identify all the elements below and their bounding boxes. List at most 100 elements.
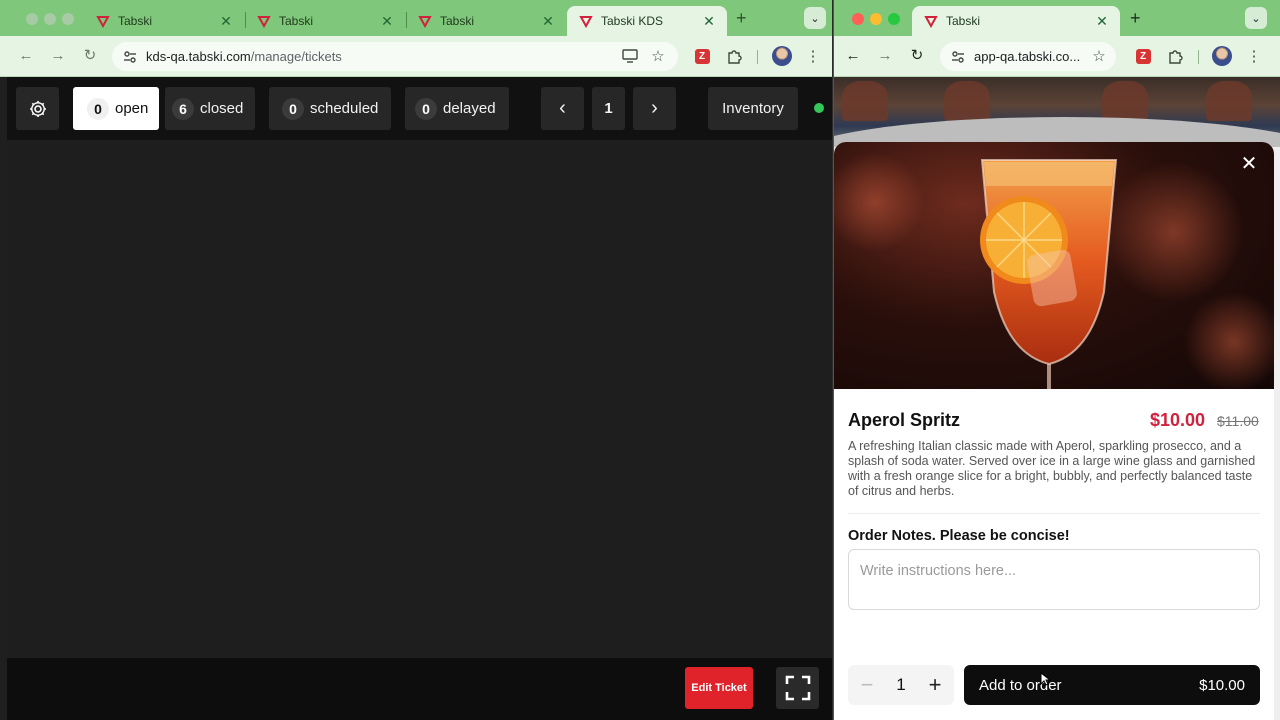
filter-label: delayed xyxy=(443,100,496,117)
increase-quantity-button[interactable]: + xyxy=(924,672,946,698)
order-notes-label: Order Notes. Please be concise! xyxy=(848,528,1070,544)
forward-arrow-icon[interactable]: → xyxy=(875,46,895,66)
tab-search-chevron-icon[interactable]: ⌄ xyxy=(1245,7,1267,29)
window-zoom-dot[interactable] xyxy=(62,13,74,25)
mouse-cursor-icon xyxy=(1040,672,1051,686)
tab-title: Tabski xyxy=(440,14,475,28)
banner-chair xyxy=(1102,81,1148,121)
toolbar-divider xyxy=(1198,50,1199,64)
banner-chair xyxy=(944,81,990,121)
tab-title: Tabski xyxy=(946,14,981,28)
tab-close-icon[interactable]: ✕ xyxy=(701,13,717,30)
quantity-stepper: − 1 + xyxy=(848,665,954,705)
install-app-icon[interactable] xyxy=(620,46,640,66)
toolbar-divider xyxy=(757,50,758,64)
cocktail-illustration xyxy=(834,152,1274,389)
zotero-extension-icon[interactable]: Z xyxy=(1133,46,1153,66)
url-path: /manage/tickets xyxy=(250,49,342,64)
filter-open-button[interactable]: 0 open xyxy=(73,87,159,130)
chevron-left-icon: ‹ xyxy=(559,97,566,119)
tab-close-icon[interactable]: ✕ xyxy=(1094,13,1110,30)
browser-menu-icon[interactable]: ⋮ xyxy=(803,46,823,66)
bookmark-star-icon[interactable]: ☆ xyxy=(648,46,668,66)
tab-strip: Tabski ✕ + ⌄ xyxy=(834,0,1280,36)
reload-icon[interactable]: ↻ xyxy=(907,46,927,66)
address-bar[interactable]: kds-qa.tabski.com/manage/tickets xyxy=(112,42,678,71)
new-tab-icon[interactable]: + xyxy=(1130,8,1141,29)
order-notes-input[interactable] xyxy=(848,549,1260,610)
quantity-value: 1 xyxy=(896,675,906,694)
window-minimize-dot[interactable] xyxy=(870,13,882,25)
tickets-area xyxy=(7,140,832,658)
delayed-count-badge: 0 xyxy=(415,97,437,120)
site-settings-icon[interactable] xyxy=(122,49,138,65)
tab-tabski[interactable]: Tabski ✕ xyxy=(912,6,1120,36)
tabski-favicon-icon xyxy=(924,16,938,28)
window-close-dot[interactable] xyxy=(852,13,864,25)
reload-icon[interactable]: ↻ xyxy=(80,46,100,66)
kds-footer: Edit Ticket xyxy=(7,658,832,720)
tab-search-chevron-icon[interactable]: ⌄ xyxy=(804,7,826,29)
profile-avatar[interactable] xyxy=(1212,46,1232,66)
tab-strip: Tabski ✕ Tabski ✕ Tabski ✕ Tabski KDS ✕ … xyxy=(0,0,832,36)
browser-toolbar: ← → ↻ app-qa.tabski.co... ☆ Z ⋮ xyxy=(834,36,1280,77)
banner-chair xyxy=(842,81,888,121)
tabski-favicon-icon xyxy=(96,16,110,28)
window-zoom-dot[interactable] xyxy=(888,13,900,25)
kds-browser-window: Tabski ✕ Tabski ✕ Tabski ✕ Tabski KDS ✕ … xyxy=(0,0,832,720)
tabski-favicon-icon xyxy=(418,16,432,28)
filter-delayed-button[interactable]: 0 delayed xyxy=(405,87,509,130)
item-description: A refreshing Italian classic made with A… xyxy=(848,439,1256,498)
filter-label: closed xyxy=(200,100,244,117)
browser-toolbar: ← → ↻ kds-qa.tabski.com/manage/tickets ☆… xyxy=(0,36,832,77)
back-arrow-icon[interactable]: ← xyxy=(16,46,36,66)
item-original-price: $11.00 xyxy=(1217,413,1259,429)
new-tab-icon[interactable]: + xyxy=(736,8,747,29)
back-arrow-icon[interactable]: ← xyxy=(843,46,863,66)
tab-tabski-kds[interactable]: Tabski KDS ✕ xyxy=(567,6,727,36)
filter-closed-button[interactable]: 6 closed xyxy=(165,87,255,130)
close-modal-icon[interactable]: ✕ xyxy=(1239,154,1259,174)
add-to-order-total: $10.00 xyxy=(1199,676,1245,694)
tab-title: Tabski KDS xyxy=(601,14,664,28)
tab-close-icon[interactable]: ✕ xyxy=(379,13,395,30)
profile-avatar[interactable] xyxy=(772,46,792,66)
next-page-button[interactable]: › xyxy=(633,87,676,130)
tab-tabski-3[interactable]: Tabski ✕ xyxy=(406,6,566,36)
zotero-extension-icon[interactable]: Z xyxy=(692,46,712,66)
tab-tabski-2[interactable]: Tabski ✕ xyxy=(245,6,405,36)
extensions-puzzle-icon[interactable] xyxy=(724,46,744,66)
closed-count-badge: 6 xyxy=(172,97,194,120)
extensions-puzzle-icon[interactable] xyxy=(1165,46,1185,66)
filter-scheduled-button[interactable]: 0 scheduled xyxy=(269,87,391,130)
filter-label: scheduled xyxy=(310,100,379,117)
url-text: app-qa.tabski.co... xyxy=(974,49,1081,64)
tab-title: Tabski xyxy=(118,14,153,28)
window-close-dot[interactable] xyxy=(26,13,38,25)
restaurant-banner-image xyxy=(834,77,1280,147)
connection-status-dot xyxy=(814,103,824,113)
bookmark-star-icon[interactable]: ☆ xyxy=(1089,46,1109,66)
forward-arrow-icon[interactable]: → xyxy=(48,46,68,66)
site-settings-icon[interactable] xyxy=(950,49,966,65)
inventory-button[interactable]: Inventory xyxy=(708,87,798,130)
open-count-badge: 0 xyxy=(87,97,109,120)
fullscreen-icon xyxy=(785,675,810,701)
tab-close-icon[interactable]: ✕ xyxy=(540,13,556,30)
browser-menu-icon[interactable]: ⋮ xyxy=(1244,46,1264,66)
item-detail-modal: ✕ Aperol Spritz $10.00 $11.00 A refreshi… xyxy=(834,142,1274,720)
previous-page-button[interactable]: ‹ xyxy=(541,87,584,130)
aperol-spritz-photo: ✕ xyxy=(834,142,1274,389)
tab-title: Tabski xyxy=(279,14,314,28)
decrease-quantity-button[interactable]: − xyxy=(856,672,878,698)
edit-ticket-button[interactable]: Edit Ticket xyxy=(685,667,753,709)
window-minimize-dot[interactable] xyxy=(44,13,56,25)
settings-button[interactable] xyxy=(16,87,59,130)
tab-close-icon[interactable]: ✕ xyxy=(218,13,234,30)
tab-tabski-1[interactable]: Tabski ✕ xyxy=(84,6,244,36)
item-name: Aperol Spritz xyxy=(848,410,961,430)
page-number: 1 xyxy=(592,87,625,130)
fullscreen-button[interactable] xyxy=(776,667,819,709)
url-host: kds-qa.tabski.com xyxy=(146,49,251,64)
add-to-order-button[interactable]: Add to order $10.00 xyxy=(964,665,1260,705)
